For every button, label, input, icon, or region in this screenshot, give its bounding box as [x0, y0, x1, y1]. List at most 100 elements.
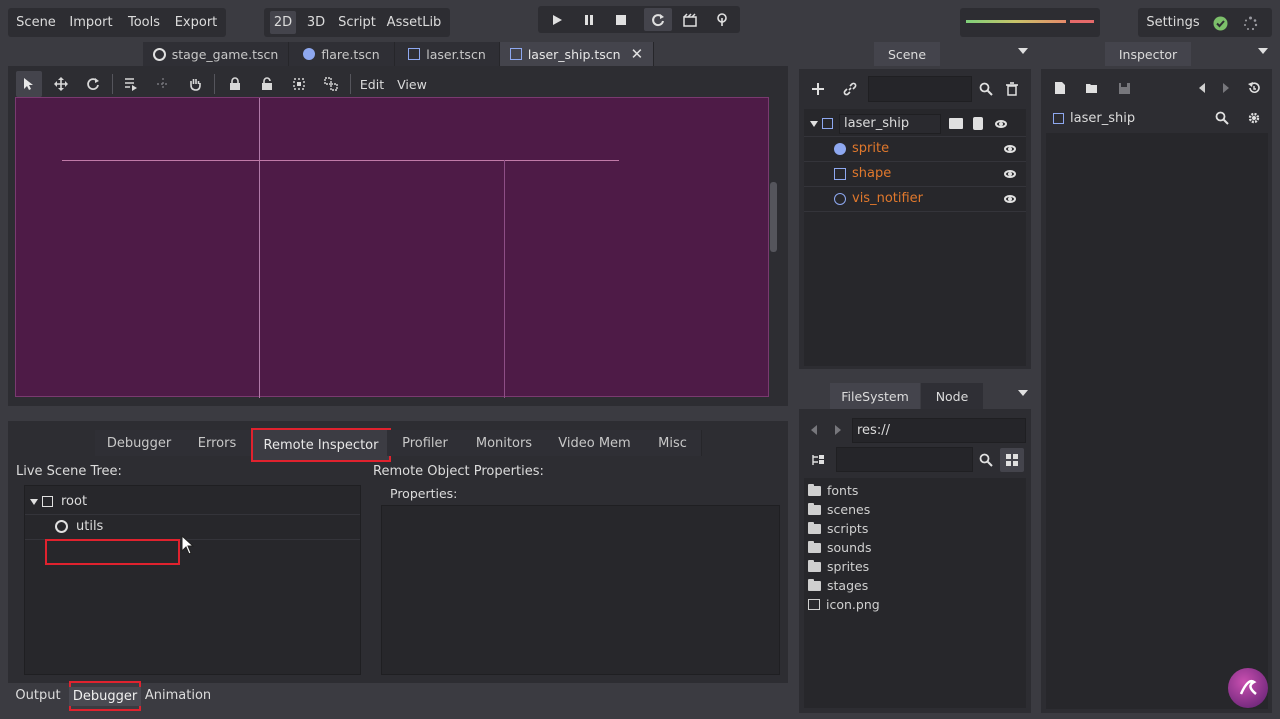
menu-scene[interactable]: Scene: [16, 8, 56, 37]
visibility-eye-icon[interactable]: [1004, 144, 1016, 153]
menu-tools[interactable]: Tools: [126, 8, 162, 37]
mode-2d-button[interactable]: 2D: [270, 11, 296, 34]
forward-arrow-icon[interactable]: [830, 420, 846, 440]
tab-flare[interactable]: flare.tscn: [289, 42, 395, 66]
file-item-scripts[interactable]: scripts: [808, 519, 868, 538]
dock-menu-icon[interactable]: [1018, 48, 1028, 54]
link-icon[interactable]: [837, 76, 863, 102]
pivot-tool-icon[interactable]: [150, 71, 176, 97]
tab-laser[interactable]: laser.tscn: [395, 42, 500, 66]
tab-profiler[interactable]: Profiler: [387, 430, 464, 456]
settings-button[interactable]: Settings: [1146, 8, 1200, 37]
rotate-tool-icon[interactable]: [80, 71, 106, 97]
menu-import[interactable]: Import: [68, 8, 114, 37]
history-back-icon[interactable]: [1194, 78, 1210, 98]
image-file-icon: [808, 599, 820, 610]
scene-node-vis-notifier[interactable]: vis_notifier: [804, 186, 1026, 212]
pause-icon[interactable]: [575, 8, 603, 31]
file-item-scenes[interactable]: scenes: [808, 500, 870, 519]
stop-icon[interactable]: [607, 8, 635, 31]
grid-view-icon[interactable]: [1000, 448, 1024, 472]
file-item-icon-png[interactable]: icon.png: [808, 595, 880, 614]
visibility-eye-icon[interactable]: [1004, 194, 1016, 203]
mode-assetlib-button[interactable]: AssetLib: [386, 8, 442, 37]
tree-row-root[interactable]: root: [25, 489, 360, 515]
add-node-icon[interactable]: [805, 76, 831, 102]
scene-filter-input[interactable]: [868, 76, 972, 102]
node2d-icon: [1053, 112, 1064, 124]
tab-misc[interactable]: Misc: [644, 430, 702, 456]
live-scene-tree[interactable]: root utils: [24, 485, 361, 675]
inspector-properties[interactable]: [1046, 133, 1268, 709]
dock-menu-icon[interactable]: [1018, 390, 1028, 396]
edit-menu[interactable]: Edit: [356, 71, 388, 97]
close-icon[interactable]: ✕: [631, 45, 644, 63]
path-input[interactable]: res://: [852, 418, 1026, 443]
visibility-eye-icon[interactable]: [1004, 169, 1016, 178]
scene-node-laser-ship[interactable]: laser_ship: [804, 111, 1026, 137]
delete-icon[interactable]: [1002, 78, 1022, 100]
select-tool-icon[interactable]: [16, 71, 42, 97]
group-icon[interactable]: [286, 71, 312, 97]
mode-script-button[interactable]: Script: [336, 8, 378, 37]
tab-node[interactable]: Node: [921, 383, 983, 409]
collapse-arrow-icon[interactable]: [30, 498, 38, 505]
file-item-fonts[interactable]: fonts: [808, 481, 858, 500]
ungroup-icon[interactable]: [318, 71, 344, 97]
inspector-object[interactable]: laser_ship: [1050, 107, 1200, 129]
gear-icon[interactable]: [1244, 108, 1264, 128]
bottom-tab-animation[interactable]: Animation: [145, 684, 211, 706]
file-item-stages[interactable]: stages: [808, 576, 868, 595]
history-icon[interactable]: [1244, 78, 1264, 98]
collapse-arrow-icon[interactable]: [810, 120, 818, 127]
instance-icon[interactable]: [949, 118, 963, 129]
tree-view-icon[interactable]: [808, 450, 828, 470]
tab-debugger[interactable]: Debugger: [95, 430, 184, 456]
play-scene-icon[interactable]: [644, 8, 672, 31]
tab-remote-inspector[interactable]: Remote Inspector: [251, 428, 391, 462]
search-icon[interactable]: [976, 78, 996, 100]
new-resource-icon[interactable]: [1050, 78, 1070, 98]
tab-video-mem[interactable]: Video Mem: [545, 430, 645, 456]
back-arrow-icon[interactable]: [806, 420, 822, 440]
tab-filesystem[interactable]: FileSystem: [830, 383, 920, 409]
bottom-tab-output[interactable]: Output: [12, 684, 64, 706]
scene-node-sprite[interactable]: sprite: [804, 136, 1026, 162]
view-menu[interactable]: View: [396, 71, 428, 97]
scene-tree[interactable]: laser_ship sprite shape vis_notifier: [804, 109, 1026, 366]
tab-inspector[interactable]: Inspector: [1105, 42, 1191, 66]
scene-node-shape[interactable]: shape: [804, 161, 1026, 187]
visibility-eye-icon[interactable]: [995, 119, 1007, 128]
remote-properties-area[interactable]: [381, 505, 780, 675]
search-icon[interactable]: [1212, 108, 1232, 128]
file-item-sounds[interactable]: sounds: [808, 538, 871, 557]
history-forward-icon[interactable]: [1218, 78, 1234, 98]
tab-scene-dock[interactable]: Scene: [874, 42, 940, 66]
menu-export[interactable]: Export: [174, 8, 218, 37]
unlock-icon[interactable]: [254, 71, 280, 97]
list-select-icon[interactable]: [118, 71, 144, 97]
file-item-sprites[interactable]: sprites: [808, 557, 869, 576]
move-tool-icon[interactable]: [48, 71, 74, 97]
search-icon[interactable]: [976, 450, 996, 470]
tab-stage-game[interactable]: stage_game.tscn: [143, 42, 289, 66]
script-icon[interactable]: [973, 117, 983, 130]
tab-laser-ship[interactable]: laser_ship.tscn ✕: [500, 42, 654, 66]
play-custom-scene-icon[interactable]: [676, 8, 704, 31]
dock-menu-icon[interactable]: [1258, 48, 1268, 54]
open-folder-icon[interactable]: [1082, 78, 1102, 98]
save-icon[interactable]: [1114, 78, 1134, 98]
node-name-field[interactable]: laser_ship: [839, 113, 941, 134]
play-icon[interactable]: [543, 8, 571, 31]
bottom-tab-debugger[interactable]: Debugger: [68, 681, 142, 711]
pan-tool-icon[interactable]: [182, 71, 208, 97]
remote-debug-icon[interactable]: [708, 8, 736, 31]
canvas-viewport[interactable]: [15, 97, 769, 398]
mode-3d-button[interactable]: 3D: [304, 8, 328, 37]
tab-errors[interactable]: Errors: [183, 430, 252, 456]
viewport-scrollbar[interactable]: [770, 182, 777, 252]
tab-monitors[interactable]: Monitors: [463, 430, 546, 456]
file-filter-input[interactable]: [836, 447, 973, 472]
lock-icon[interactable]: [222, 71, 248, 97]
file-list[interactable]: fonts scenes scripts sounds sprites stag…: [804, 478, 1026, 708]
